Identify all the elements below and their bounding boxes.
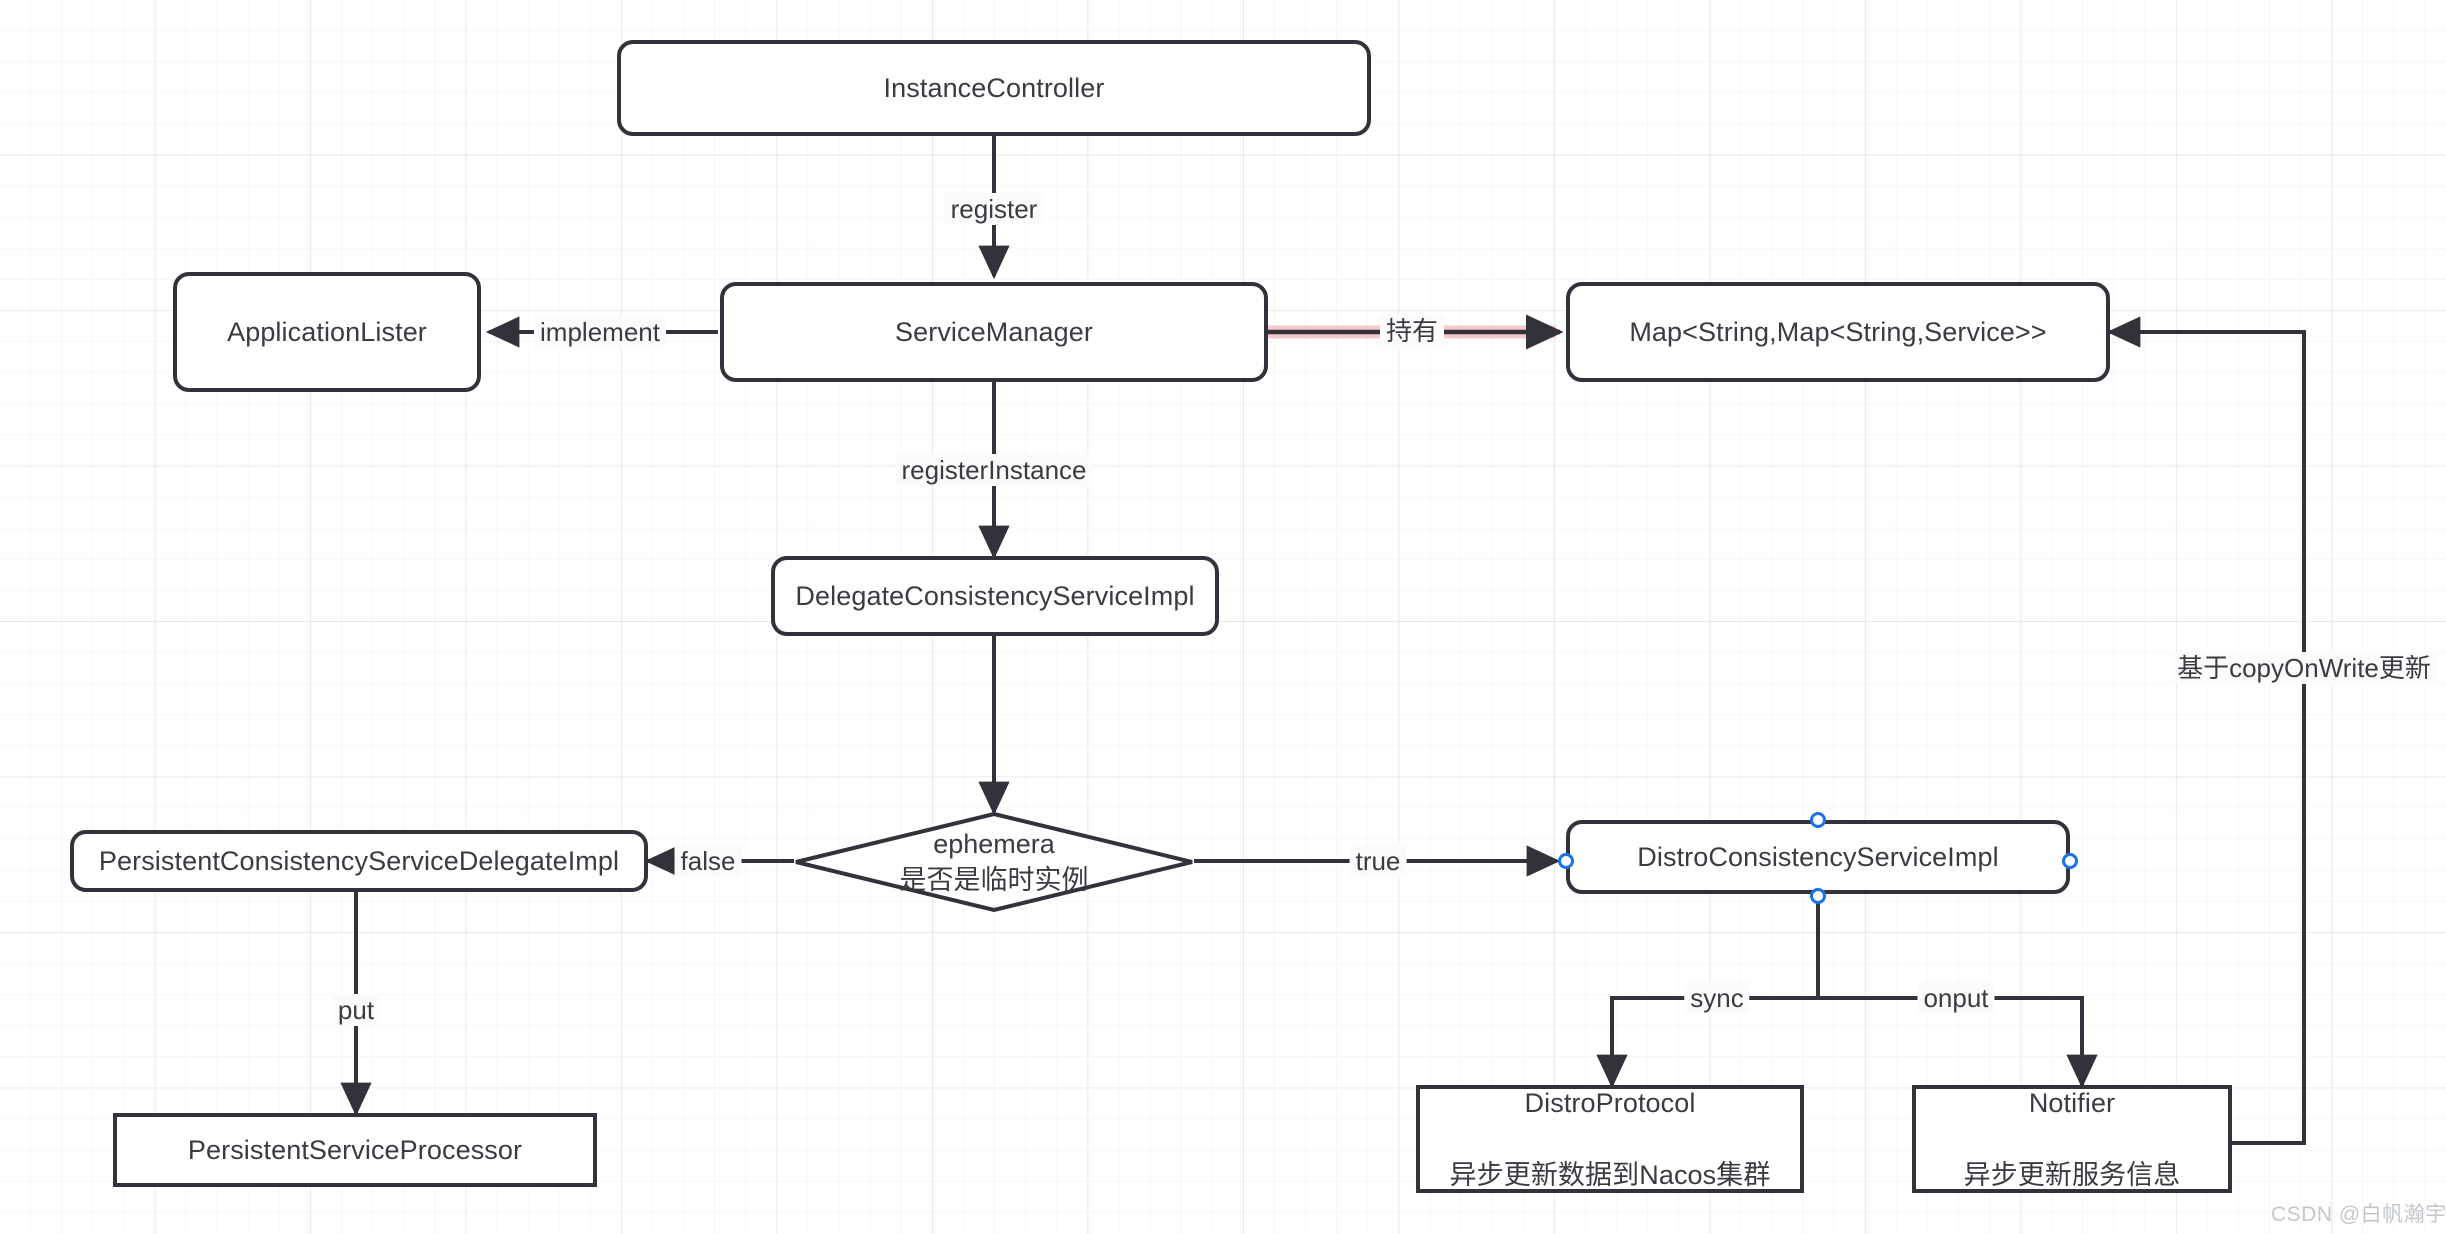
edge-label-register: register (944, 193, 1044, 225)
node-label: InstanceController (883, 72, 1105, 103)
watermark: CSDN @白帆瀚宇 (2271, 1203, 2446, 1226)
node-instance-controller[interactable]: InstanceController (617, 40, 1371, 136)
node-ephemera-decision[interactable]: ephemera 是否是临时实例 (794, 811, 1194, 913)
node-persistent-consistency-service-delegate-impl[interactable]: PersistentConsistencyServiceDelegateImpl (70, 830, 648, 892)
diagram-canvas: InstanceController ApplicationLister Ser… (0, 0, 2446, 1234)
node-label-line2: 异步更新数据到Nacos集群 (1449, 1160, 1771, 1191)
edge-copy-on-write (2106, 316, 2306, 1145)
node-label: Notifier 异步更新服务信息 (1964, 1049, 2181, 1230)
edge-label-onput: onput (1917, 982, 1995, 1014)
node-persistent-service-processor[interactable]: PersistentServiceProcessor (113, 1113, 597, 1187)
node-distro-protocol[interactable]: DistroProtocol 异步更新数据到Nacos集群 (1416, 1085, 1804, 1193)
node-label: DistroConsistencyServiceImpl (1637, 841, 1999, 872)
edge-label-true: true (1349, 845, 1407, 877)
connection-handle-top[interactable] (1810, 812, 1826, 828)
edge-label-register-instance: registerInstance (895, 454, 1093, 486)
node-label: ServiceManager (895, 316, 1093, 347)
node-label: DelegateConsistencyServiceImpl (795, 580, 1195, 611)
connection-handle-left[interactable] (1558, 853, 1574, 869)
diamond-label-line2: 是否是临时实例 (899, 865, 1089, 895)
connection-handle-bottom[interactable] (1810, 888, 1826, 904)
node-notifier[interactable]: Notifier 异步更新服务信息 (1912, 1085, 2232, 1193)
node-distro-consistency-service-impl[interactable]: DistroConsistencyServiceImpl (1566, 820, 2070, 894)
diamond-label-line1: ephemera (933, 828, 1055, 859)
node-label-line1: DistroProtocol (1524, 1087, 1696, 1118)
node-label: DistroProtocol 异步更新数据到Nacos集群 (1450, 1049, 1771, 1230)
node-label: Map<String,Map<String,Service>> (1629, 316, 2047, 347)
node-label: PersistentServiceProcessor (187, 1134, 523, 1165)
node-application-lister[interactable]: ApplicationLister (173, 272, 481, 392)
edge-label-copy-on-write: 基于copyOnWrite更新 (2171, 652, 2437, 684)
node-label: ApplicationLister (227, 316, 427, 347)
node-service-map[interactable]: Map<String,Map<String,Service>> (1566, 282, 2110, 382)
edge-label-hold: 持有 (1379, 315, 1445, 347)
diamond-label: ephemera 是否是临时实例 (794, 812, 1194, 912)
node-label-line2: 异步更新服务信息 (1963, 1160, 2181, 1191)
node-label: PersistentConsistencyServiceDelegateImpl (98, 845, 620, 876)
edge-label-put: put (331, 994, 381, 1026)
node-delegate-consistency-service-impl[interactable]: DelegateConsistencyServiceImpl (771, 556, 1219, 636)
node-label-line1: Notifier (2028, 1087, 2116, 1118)
connection-handle-right[interactable] (2062, 853, 2078, 869)
edge-label-implement: implement (534, 316, 666, 348)
node-service-manager[interactable]: ServiceManager (720, 282, 1268, 382)
edge-label-sync: sync (1684, 982, 1750, 1014)
edge-label-false: false (674, 845, 742, 877)
